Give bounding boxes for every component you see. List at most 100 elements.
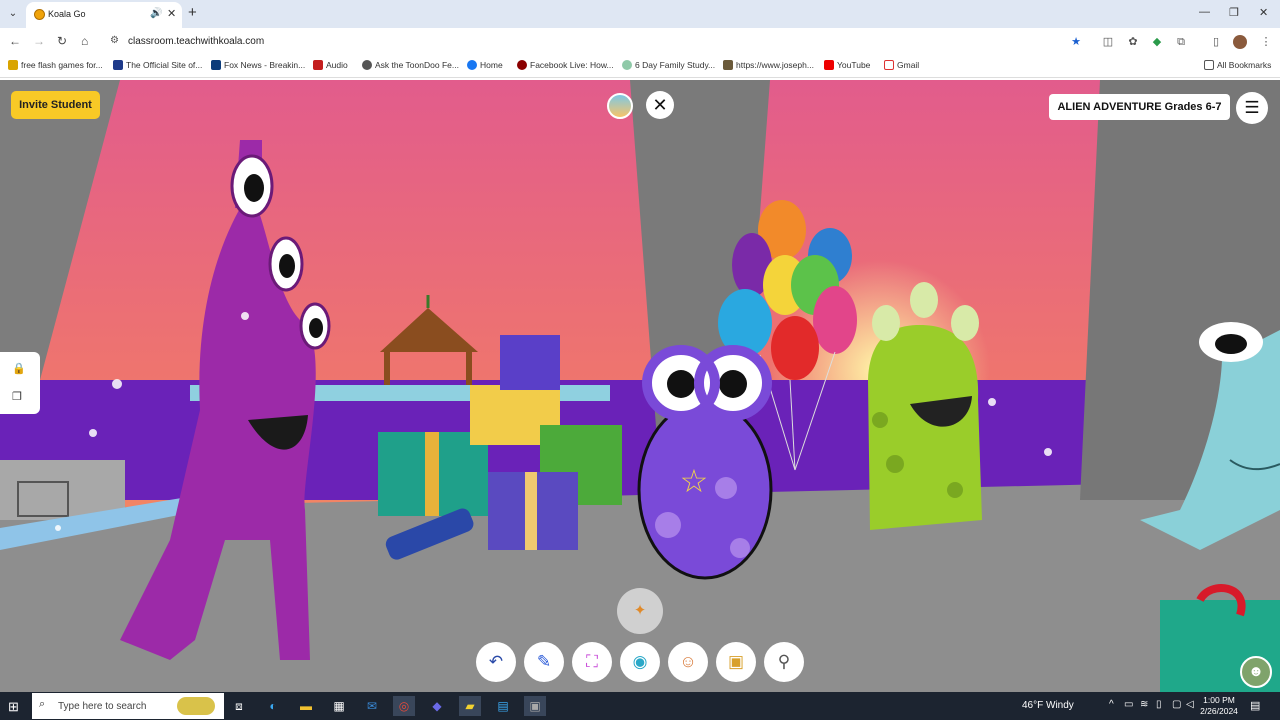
bookmark-item[interactable]: Home (467, 60, 503, 70)
character-icon[interactable]: ☺ (668, 642, 708, 682)
bookmark-item[interactable]: The Official Site of... (113, 60, 202, 70)
back-arrow-icon[interactable]: ← (9, 34, 21, 48)
volume-icon[interactable]: ◁ (1186, 699, 1194, 710)
asset-box-icon[interactable]: ▣ (716, 642, 756, 682)
wifi-icon[interactable]: ≋ (1140, 699, 1148, 710)
bookmark-item[interactable]: Ask the ToonDoo Fe... (362, 60, 459, 70)
close-icon[interactable]: ✕ (646, 91, 674, 119)
lock-icon[interactable]: 🔒 (12, 362, 26, 375)
notification-icon[interactable]: ▤ (1250, 699, 1260, 712)
tab-close-icon[interactable]: ✕ (167, 7, 176, 20)
clock-time: 1:00 PM (1203, 695, 1235, 705)
game-viewport[interactable]: ☆ Invite Student ✕ ALIEN ADVENTURE Grade… (0, 80, 1280, 692)
search-placeholder: Type here to search (58, 701, 147, 712)
search-icon: ⌕ (39, 698, 46, 710)
bookmark-item[interactable]: free flash games for... (8, 60, 103, 70)
eye-icon[interactable]: ◉ (620, 642, 660, 682)
bookmark-item[interactable]: Fox News - Breakin... (211, 60, 305, 70)
extensions-puzzle-icon[interactable]: ⧉ (1174, 35, 1188, 49)
new-tab-icon[interactable]: + (188, 4, 197, 21)
magic-wand-icon[interactable]: ⚲ (764, 642, 804, 682)
all-bookmarks-button[interactable]: All Bookmarks (1204, 60, 1271, 70)
network-icon[interactable]: ▭ (1124, 699, 1133, 710)
url-text: classroom.teachwithkoala.com (128, 36, 265, 47)
scene-avatar-icon[interactable] (607, 93, 633, 119)
screen-recorder-icon[interactable]: ▣ (524, 696, 546, 716)
windows-taskbar: ⊞ ⌕ Type here to search ⧈ ◐ ▬ ▦ ✉ ◎ ◆ ▰ … (0, 692, 1280, 720)
task-view-icon[interactable]: ⧈ (228, 696, 250, 716)
bookmark-star-icon[interactable]: ★ (1069, 35, 1083, 49)
app-icon[interactable]: ◆ (426, 696, 448, 716)
restore-icon[interactable]: ❐ (1229, 6, 1239, 19)
browser-toolbar: ← → ↻ ⌂ ⚙ classroom.teachwithkoala.com ★… (0, 28, 1280, 56)
sticky-notes-icon[interactable]: ▰ (459, 696, 481, 716)
profile-avatar[interactable] (1233, 35, 1247, 49)
side-panel: 🔒 ❐ (0, 352, 40, 414)
browser-tab[interactable]: Koala Go 🔊 ✕ (26, 2, 182, 28)
bookmark-favicon-icon (517, 60, 527, 70)
minimize-icon[interactable]: — (1199, 6, 1210, 18)
gmail-icon (884, 60, 894, 70)
extension-icon[interactable]: ✿ (1126, 35, 1140, 49)
browser-tab-bar: ⌄ Koala Go 🔊 ✕ + — ❐ ✕ (0, 0, 1280, 28)
tab-search-chevron-icon[interactable]: ⌄ (4, 5, 22, 23)
lesson-title: ALIEN ADVENTURE Grades 6-7 (1049, 94, 1230, 120)
bookmark-item[interactable]: 6 Day Family Study... (622, 60, 715, 70)
hamburger-menu-icon[interactable]: ☰ (1236, 92, 1268, 124)
chrome-icon[interactable]: ◎ (393, 696, 415, 716)
bookmark-favicon-icon (723, 60, 733, 70)
address-bar[interactable]: ⚙ classroom.teachwithkoala.com (108, 32, 1058, 52)
home-icon[interactable]: ⌂ (81, 34, 88, 48)
bookmark-item[interactable]: https://www.joseph... (723, 60, 814, 70)
weather-widget[interactable]: 46°F Windy (1022, 700, 1074, 711)
undo-icon[interactable]: ↶ (476, 642, 516, 682)
select-frame-icon[interactable]: ⛶ (572, 642, 612, 682)
koala-assistant-icon[interactable]: ☻ (1240, 656, 1272, 688)
bookmark-item[interactable]: YouTube (824, 60, 870, 70)
youtube-icon (824, 60, 834, 70)
taskbar-search-box[interactable]: ⌕ Type here to search (32, 693, 224, 719)
bookmark-favicon-icon (8, 60, 18, 70)
more-menu-icon[interactable]: ⋮ (1259, 35, 1273, 49)
extension-icon[interactable]: ◆ (1150, 35, 1164, 49)
extension-icon[interactable]: ◫ (1101, 35, 1115, 49)
bookmark-item[interactable]: Audio (313, 60, 348, 70)
gazebo-post (466, 352, 472, 388)
purple-alien-round: ☆ (637, 345, 773, 580)
gazebo-post (384, 352, 390, 388)
tab-title: Koala Go (48, 9, 86, 19)
search-highlight-image (177, 697, 215, 715)
bookmark-item[interactable]: Gmail (884, 60, 919, 70)
mail-icon[interactable]: ✉ (361, 696, 383, 716)
display-icon[interactable]: ▢ (1172, 699, 1181, 710)
file-explorer-icon[interactable]: ▬ (295, 696, 317, 716)
bookmark-favicon-icon (622, 60, 632, 70)
bookmark-favicon-icon (113, 60, 123, 70)
pencil-icon[interactable]: ✎ (524, 642, 564, 682)
calculator-icon[interactable]: ▤ (492, 696, 514, 716)
clock-date: 2/26/2024 (1200, 706, 1238, 716)
window-close-icon[interactable]: ✕ (1259, 6, 1268, 19)
site-info-icon[interactable]: ⚙ (110, 35, 119, 46)
svg-text:☆: ☆ (680, 462, 709, 500)
side-panel-icon[interactable]: ▯ (1209, 35, 1223, 49)
battery-icon[interactable]: ▯ (1156, 699, 1162, 710)
action-hint-icon[interactable]: ✦ (617, 588, 663, 634)
edge-icon[interactable]: ◐ (262, 696, 284, 716)
bookmark-favicon-icon (211, 60, 221, 70)
audio-playing-icon[interactable]: 🔊 (150, 8, 162, 19)
taskbar-clock[interactable]: 1:00 PM 2/26/2024 (1199, 695, 1239, 717)
copy-icon[interactable]: ❐ (12, 390, 22, 403)
bookmark-item[interactable]: Facebook Live: How... (517, 60, 614, 70)
folder-icon (1204, 60, 1214, 70)
windows-start-icon[interactable]: ⊞ (8, 699, 19, 715)
present-purple-top (500, 335, 560, 390)
invite-student-button[interactable]: Invite Student (11, 91, 100, 119)
koala-favicon-icon (34, 9, 45, 20)
tray-chevron-icon[interactable]: ^ (1109, 699, 1114, 710)
forward-arrow-icon[interactable]: → (33, 34, 45, 48)
reload-icon[interactable]: ↻ (57, 34, 67, 48)
bookmarks-bar: free flash games for... The Official Sit… (0, 56, 1280, 78)
present-ribbon (425, 432, 439, 516)
store-icon[interactable]: ▦ (328, 696, 350, 716)
